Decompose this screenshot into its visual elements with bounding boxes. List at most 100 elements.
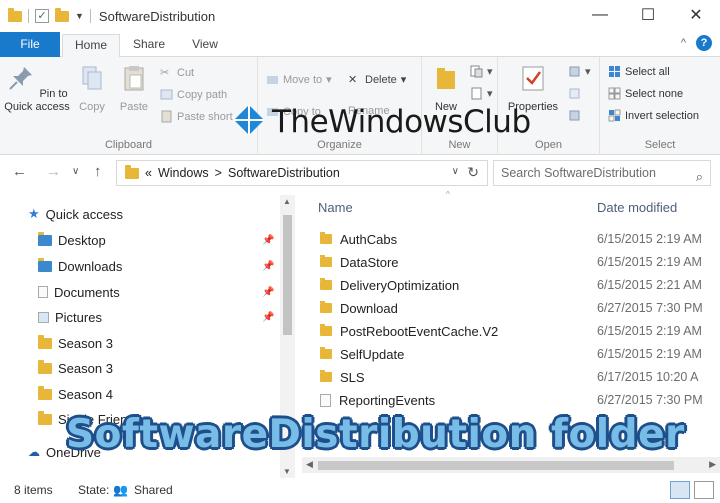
nav-quick-access-label: Quick access [45, 206, 123, 222]
close-button[interactable]: ✕ [672, 0, 720, 30]
refresh-icon[interactable]: ↻ [467, 164, 479, 181]
move-to-button[interactable]: Move to ▾ [266, 73, 332, 86]
select-none-button[interactable]: Select none [608, 87, 683, 100]
list-item[interactable]: AuthCabs 6/15/2015 2:19 AM [320, 228, 710, 250]
paste-shortcut-button[interactable]: Paste short [160, 110, 233, 123]
new-folder-quick-icon[interactable] [55, 7, 69, 22]
image-caption: SoftwareDistribution folder [66, 412, 685, 457]
scroll-up-icon[interactable]: ▲ [283, 197, 291, 206]
organize-group-label: Organize [317, 139, 362, 151]
select-group: Select all Select none Invert selection … [600, 57, 720, 155]
file-list-scrollbar[interactable]: ◀ ▶ [302, 457, 720, 473]
file-name: Download [340, 300, 398, 316]
tab-home[interactable]: Home [62, 34, 120, 57]
item-count: 8 items [14, 483, 53, 497]
nav-item-season-3-b[interactable]: Season 3 [38, 357, 113, 379]
file-date: 6/15/2015 2:19 AM [597, 324, 702, 338]
address-overflow[interactable]: « [145, 166, 152, 180]
paste-button[interactable]: Paste [114, 63, 154, 114]
nav-item-season-4[interactable]: Season 4 [38, 383, 113, 405]
ribbon-tabs: File Home Share View ^ ? [0, 32, 720, 57]
search-input[interactable]: Search SoftwareDistribution ⌕ [493, 160, 711, 186]
select-all-button[interactable]: Select all [608, 65, 670, 78]
customize-toolbar-icon[interactable]: ▼ [75, 11, 84, 21]
copy-icon [82, 66, 102, 90]
search-icon: ⌕ [695, 169, 703, 184]
scrollbar-thumb[interactable] [283, 215, 292, 335]
scroll-right-icon[interactable]: ▶ [709, 459, 716, 470]
column-header-date-modified[interactable]: Date modified [597, 200, 677, 215]
folder-icon [38, 334, 52, 349]
nav-quick-access[interactable]: ★ Quick access [28, 203, 123, 225]
help-icon[interactable]: ? [696, 35, 712, 51]
pin-icon[interactable]: 📌 [262, 312, 274, 323]
list-item[interactable]: Download 6/27/2015 7:30 PM [320, 297, 710, 319]
file-date: 6/15/2015 2:19 AM [597, 347, 702, 361]
chevron-down-icon: ▾ [585, 66, 591, 78]
file-date: 6/27/2015 7:30 PM [597, 393, 703, 407]
file-name: DeliveryOptimization [340, 277, 460, 293]
minimize-button[interactable]: — [576, 0, 624, 30]
breadcrumb-separator[interactable]: > [215, 166, 222, 180]
pin-quick-access-button[interactable]: Pin to Quick access [4, 63, 70, 114]
properties-quick-icon[interactable]: ✓ [35, 9, 49, 23]
copy-button[interactable]: Copy [72, 63, 112, 114]
new-item-button[interactable]: ▾ [470, 65, 493, 78]
address-bar[interactable]: « Windows > SoftwareDistribution ∨ ↻ [116, 160, 488, 186]
list-item[interactable]: PostRebootEventCache.V2 6/15/2015 2:19 A… [320, 320, 710, 342]
folder-icon [320, 324, 332, 336]
nav-item-downloads[interactable]: Downloads [38, 255, 122, 277]
nav-item-label: Season 3 [58, 335, 113, 351]
list-item[interactable]: SLS 6/17/2015 10:20 A [320, 366, 710, 388]
status-bar: 8 items State: 👥 Shared [0, 478, 720, 503]
address-dropdown-icon[interactable]: ∨ [452, 166, 459, 177]
file-icon [320, 393, 331, 407]
scroll-left-icon[interactable]: ◀ [306, 459, 313, 470]
recent-locations-chevron-icon[interactable]: ∨ [72, 166, 79, 177]
scroll-down-icon[interactable]: ▼ [283, 467, 291, 476]
list-item[interactable]: DeliveryOptimization 6/15/2015 2:21 AM [320, 274, 710, 296]
cut-button[interactable]: ✂ Cut [160, 66, 194, 80]
folder-icon [320, 255, 332, 267]
open-button[interactable]: ▾ [568, 65, 591, 78]
list-item[interactable]: SelfUpdate 6/15/2015 2:19 AM [320, 343, 710, 365]
delete-button[interactable]: ✕ Delete ▾ [348, 73, 406, 87]
column-header-name[interactable]: Name [318, 200, 353, 215]
details-view-button[interactable] [670, 481, 690, 499]
invert-selection-button[interactable]: Invert selection [608, 109, 699, 122]
copy-path-button[interactable]: Copy path [160, 88, 227, 101]
pin-icon[interactable]: 📌 [262, 235, 274, 246]
tab-share[interactable]: Share [124, 34, 174, 57]
nav-item-pictures[interactable]: Pictures [38, 306, 102, 328]
list-item[interactable]: DataStore 6/15/2015 2:19 AM [320, 251, 710, 273]
nav-item-label: Pictures [55, 309, 102, 325]
maximize-button[interactable]: ☐ [624, 0, 672, 30]
scrollbar-thumb[interactable] [318, 461, 674, 470]
nav-item-label: Documents [54, 284, 120, 300]
up-arrow-icon[interactable]: ↑ [94, 163, 102, 180]
nav-item-documents[interactable]: Documents [38, 281, 120, 303]
window-title: SoftwareDistribution [98, 8, 216, 24]
nav-item-season-3[interactable]: Season 3 [38, 332, 113, 354]
file-date: 6/17/2015 10:20 A [597, 370, 699, 384]
easy-access-button[interactable]: ▾ [470, 87, 493, 100]
large-icons-view-button[interactable] [694, 481, 714, 499]
tab-file[interactable]: File [0, 32, 60, 57]
desktop-icon [38, 231, 52, 246]
move-to-label: Move to [283, 73, 323, 86]
forward-arrow-icon[interactable]: → [46, 163, 61, 180]
pin-icon[interactable]: 📌 [262, 287, 274, 298]
pin-icon[interactable]: 📌 [262, 261, 274, 272]
breadcrumb-softwaredistribution[interactable]: SoftwareDistribution [228, 166, 340, 180]
collapse-ribbon-icon[interactable]: ^ [681, 35, 686, 51]
new-folder-icon [437, 68, 455, 89]
nav-item-desktop[interactable]: Desktop [38, 229, 106, 251]
navigation-bar: ← → ∨ ↑ « Windows > SoftwareDistribution… [0, 156, 720, 190]
chevron-down-icon: ▾ [487, 66, 493, 78]
back-arrow-icon[interactable]: ← [12, 163, 27, 180]
edit-button[interactable] [568, 87, 581, 100]
tab-view[interactable]: View [180, 34, 230, 57]
breadcrumb-windows[interactable]: Windows [158, 166, 209, 180]
history-button[interactable] [568, 109, 581, 122]
list-item[interactable]: ReportingEvents 6/27/2015 7:30 PM [320, 389, 710, 411]
